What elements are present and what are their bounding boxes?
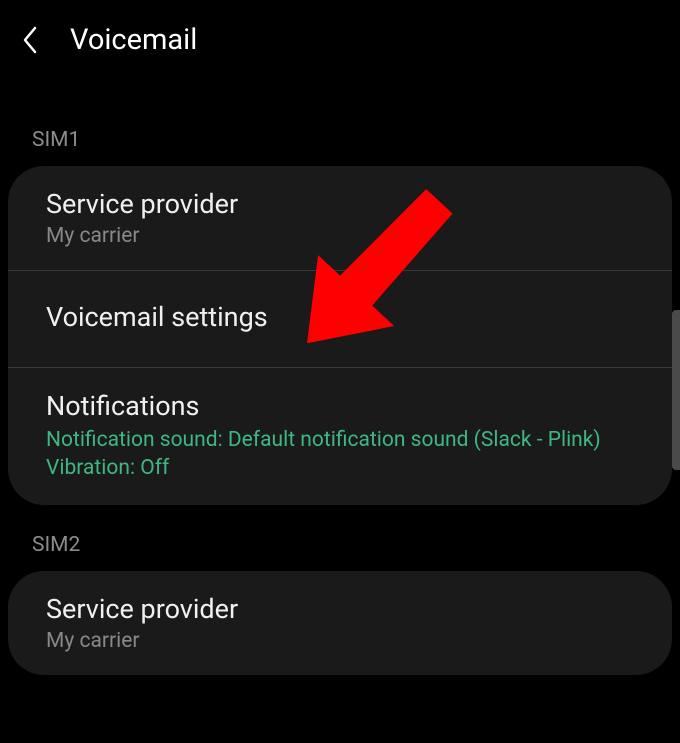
header: Voicemail bbox=[0, 0, 680, 80]
service-provider-title: Service provider bbox=[46, 188, 634, 220]
scroll-indicator[interactable] bbox=[672, 310, 680, 470]
notifications-vibration: Vibration: Off bbox=[46, 454, 634, 482]
notifications-sound: Notification sound: Default notification… bbox=[46, 426, 634, 454]
sim2-card: Service provider My carrier bbox=[8, 571, 672, 675]
sim2-label: SIM2 bbox=[0, 505, 680, 571]
sim1-card: Service provider My carrier Voicemail se… bbox=[8, 166, 672, 505]
notifications-title: Notifications bbox=[46, 390, 634, 422]
voicemail-settings-item[interactable]: Voicemail settings bbox=[8, 271, 672, 368]
sim1-label: SIM1 bbox=[0, 80, 680, 166]
notifications-item[interactable]: Notifications Notification sound: Defaul… bbox=[8, 368, 672, 505]
service-provider-item[interactable]: Service provider My carrier bbox=[8, 571, 672, 675]
service-provider-item[interactable]: Service provider My carrier bbox=[8, 166, 672, 271]
service-provider-title: Service provider bbox=[46, 593, 634, 625]
back-icon[interactable] bbox=[18, 22, 42, 58]
page-title: Voicemail bbox=[70, 23, 197, 57]
service-provider-subtitle: My carrier bbox=[46, 224, 634, 248]
service-provider-subtitle: My carrier bbox=[46, 629, 634, 653]
voicemail-settings-title: Voicemail settings bbox=[46, 301, 634, 333]
